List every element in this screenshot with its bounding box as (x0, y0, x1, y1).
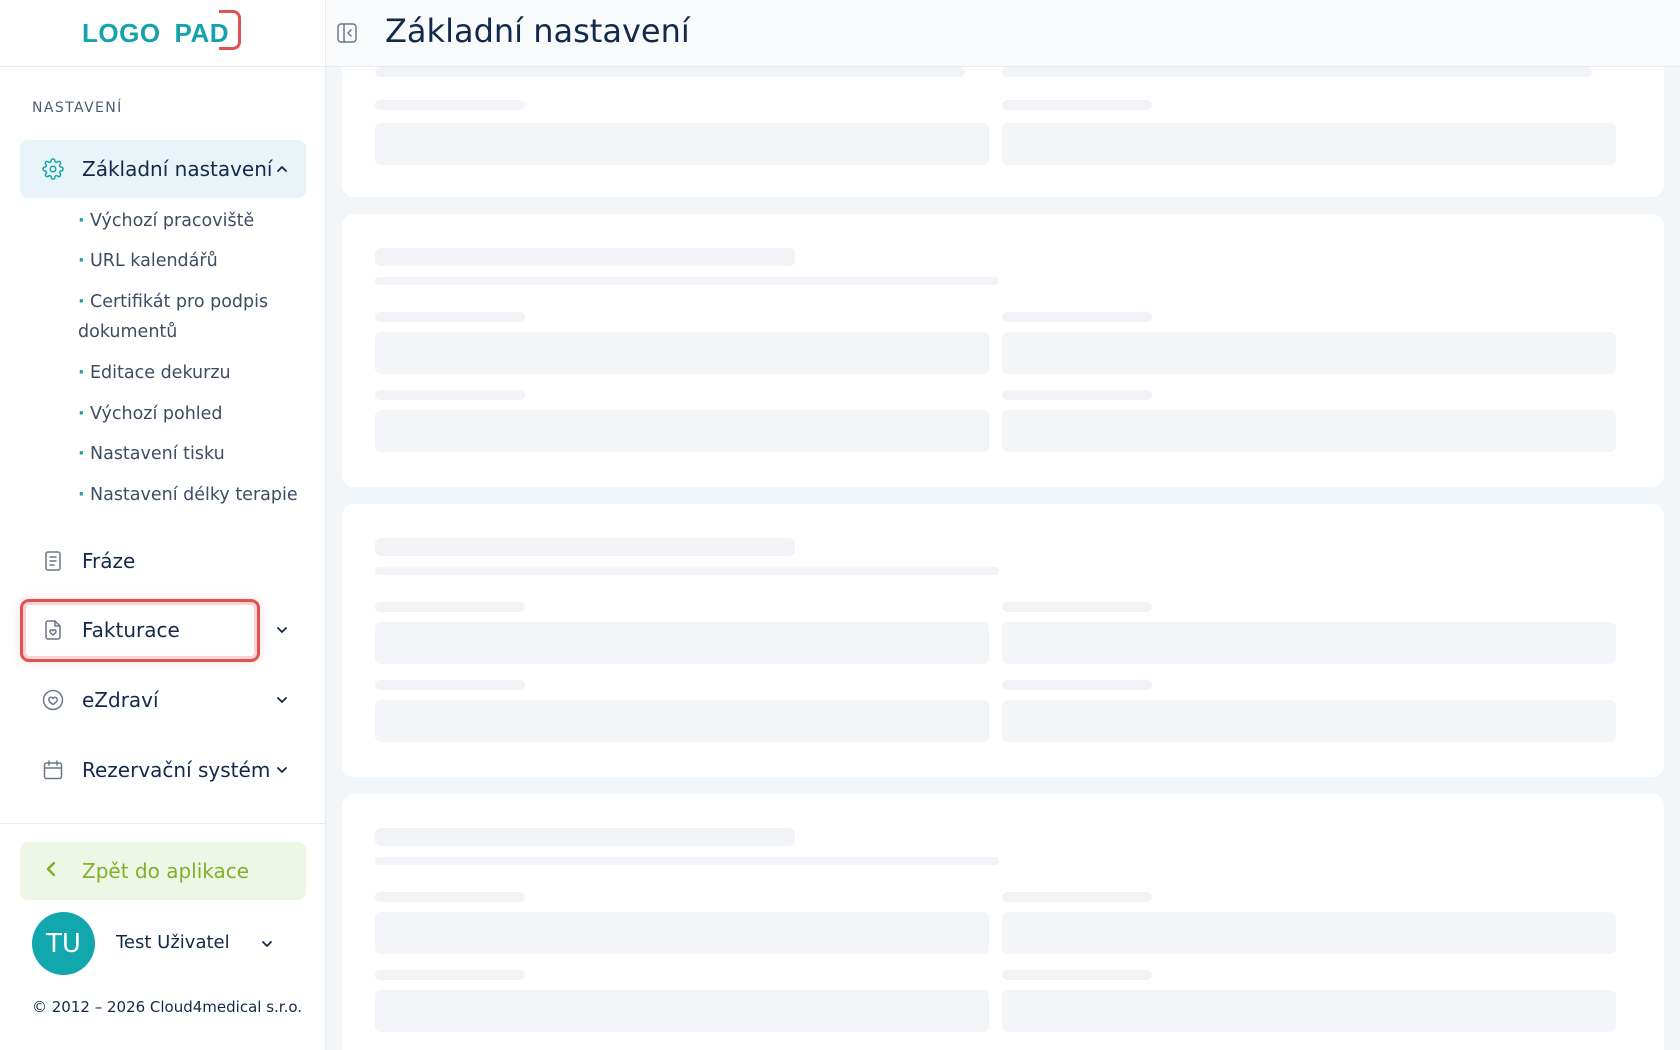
skeleton-card (342, 67, 1664, 197)
document-icon (41, 549, 65, 573)
skeleton-label (1002, 100, 1152, 110)
submenu-item-url-kalendaru[interactable]: URL kalendářů (78, 246, 218, 276)
skeleton-field (1002, 622, 1616, 664)
skeleton-line (375, 67, 965, 77)
skeleton-field (1002, 123, 1616, 165)
submenu-item-label: Výchozí pohled (90, 404, 223, 424)
logo-text-pad: PAD (175, 9, 242, 50)
chevron-left-icon (42, 859, 60, 883)
chevron-up-icon[interactable] (274, 161, 290, 177)
submenu-item-vychozi-pracoviste[interactable]: Výchozí pracoviště (78, 206, 254, 236)
submenu-item-label: Editace dekurzu (90, 363, 231, 383)
page-title: Základní nastavení (385, 12, 690, 50)
skeleton-field (375, 123, 989, 165)
calendar-icon (41, 758, 65, 782)
section-heading: NASTAVENÍ (32, 100, 123, 116)
highlight-annotation-box (20, 599, 260, 662)
user-menu[interactable]: TU Test Uživatel (32, 912, 292, 976)
avatar: TU (32, 912, 95, 975)
submenu-item-nastaveni-tisku[interactable]: Nastavení tisku (78, 439, 225, 469)
sidebar-item-rezervacni-system[interactable]: Rezervační systém (20, 741, 306, 799)
skeleton-field (1002, 410, 1616, 452)
back-to-app-button[interactable]: Zpět do aplikace (20, 842, 306, 900)
skeleton-card (342, 504, 1664, 777)
gear-icon (41, 157, 65, 181)
skeleton-title (375, 828, 795, 846)
skeleton-field (1002, 912, 1616, 954)
sidebar-item-zakladni-nastaveni[interactable]: Základní nastavení (20, 140, 306, 198)
submenu-item-label: Nastavení tisku (90, 444, 225, 464)
skeleton-line (375, 567, 999, 575)
logo-text-logo: LOGO (81, 17, 161, 48)
back-button-label: Zpět do aplikace (82, 859, 250, 883)
sidebar-item-label: Fráze (82, 549, 136, 573)
sidebar-item-label: eZdraví (82, 688, 159, 712)
submenu-item-vychozi-pohled[interactable]: Výchozí pohled (78, 399, 223, 429)
chevron-down-icon[interactable] (274, 762, 290, 778)
top-bar: Základní nastavení (326, 0, 1680, 67)
submenu-item-label: Výchozí pracoviště (90, 211, 255, 231)
chevron-down-icon[interactable] (260, 936, 274, 955)
skeleton-label (375, 390, 525, 400)
skeleton-line (1002, 67, 1592, 77)
submenu-item-label: Certifikát pro podpis dokumentů (78, 292, 269, 342)
sidebar-item-fraze[interactable]: Fráze (20, 532, 306, 590)
skeleton-card (342, 214, 1664, 487)
chevron-down-icon[interactable] (274, 622, 290, 638)
main-content (326, 67, 1680, 1050)
chevron-down-icon[interactable] (274, 692, 290, 708)
logo-bracket-icon (219, 9, 242, 50)
heart-icon (41, 688, 65, 712)
copyright-text: © 2012 – 2026 Cloud4medical s.r.o. (32, 998, 303, 1016)
skeleton-line (375, 277, 999, 285)
skeleton-label (1002, 680, 1152, 690)
app-logo[interactable]: LOGO PAD (81, 9, 242, 50)
skeleton-label (1002, 892, 1152, 902)
submenu-item-editace-dekurzu[interactable]: Editace dekurzu (78, 358, 231, 388)
user-name: Test Uživatel (116, 932, 230, 953)
skeleton-label (375, 970, 525, 980)
skeleton-card (342, 794, 1664, 1050)
submenu-item-delka-terapie[interactable]: Nastavení délky terapie (78, 480, 298, 510)
skeleton-label (1002, 312, 1152, 322)
skeleton-field (375, 332, 989, 374)
skeleton-field (375, 990, 989, 1032)
skeleton-label (1002, 970, 1152, 980)
submenu-item-label: Nastavení délky terapie (90, 485, 298, 505)
sidebar-item-ezdravi[interactable]: eZdraví (20, 671, 306, 729)
skeleton-label (1002, 390, 1152, 400)
skeleton-line (375, 857, 999, 865)
skeleton-label (375, 680, 525, 690)
skeleton-field (375, 410, 989, 452)
sidebar-item-label: Základní nastavení (82, 157, 273, 181)
submenu-item-label: URL kalendářů (90, 251, 218, 271)
logo-area: LOGO PAD (0, 0, 325, 67)
skeleton-field (375, 912, 989, 954)
skeleton-title (375, 538, 795, 556)
skeleton-label (375, 312, 525, 322)
skeleton-field (1002, 700, 1616, 742)
sidebar-item-label: Rezervační systém (82, 758, 271, 782)
skeleton-field (1002, 332, 1616, 374)
skeleton-label (1002, 602, 1152, 612)
skeleton-label (375, 892, 525, 902)
sidebar-divider (0, 823, 326, 824)
skeleton-label (375, 602, 525, 612)
sidebar-collapse-icon[interactable] (336, 22, 358, 48)
skeleton-field (1002, 990, 1616, 1032)
skeleton-field (375, 700, 989, 742)
skeleton-title (375, 248, 795, 266)
skeleton-field (375, 622, 989, 664)
sidebar: LOGO PAD NASTAVENÍ Základní nastavení Vý… (0, 0, 326, 1050)
submenu-item-certifikat[interactable]: Certifikát pro podpis dokumentů (78, 287, 288, 347)
skeleton-label (375, 100, 525, 110)
